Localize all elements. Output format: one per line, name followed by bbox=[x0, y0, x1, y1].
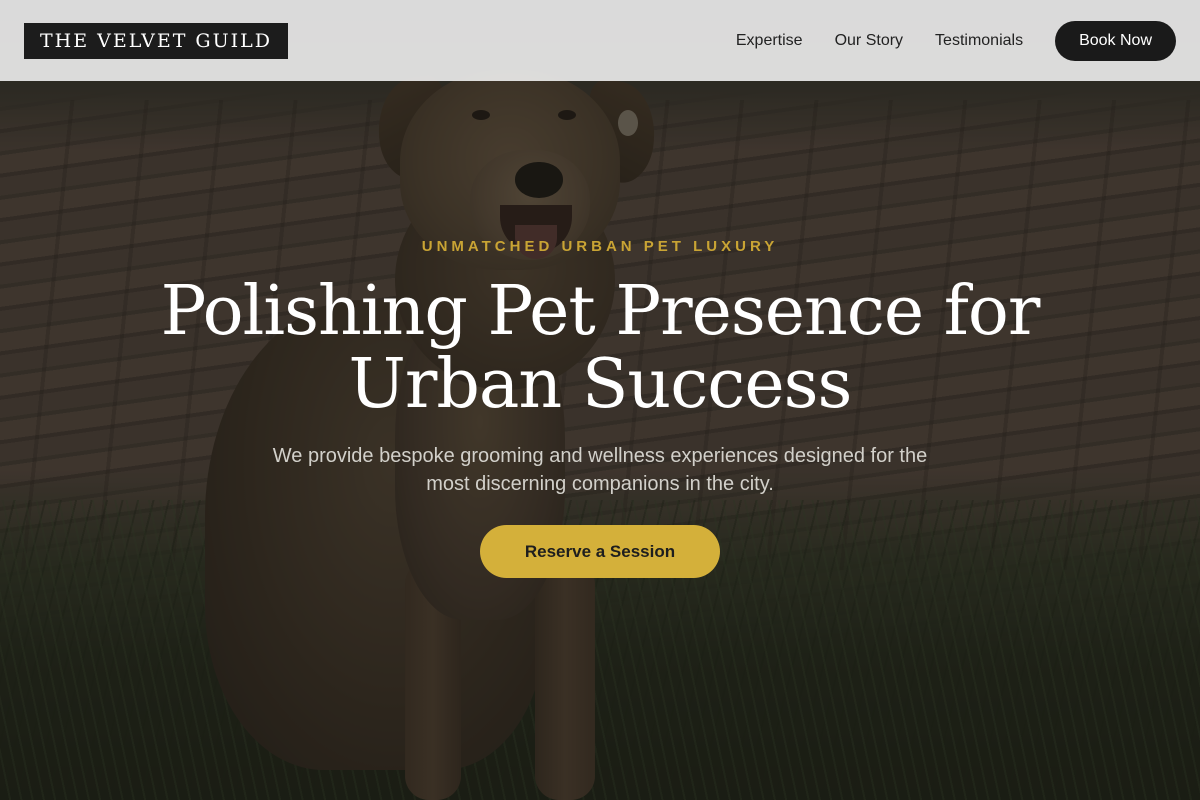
nav-link-our-story[interactable]: Our Story bbox=[835, 32, 903, 50]
hero-headline: Polishing Pet Presence for Urban Success bbox=[160, 272, 1041, 424]
hero-eyebrow: UNMATCHED URBAN PET LUXURY bbox=[421, 238, 779, 255]
hero-subtext: We provide bespoke grooming and wellness… bbox=[272, 445, 928, 495]
main-nav: Expertise Our Story Testimonials Book No… bbox=[736, 20, 1176, 61]
site-header: THE VELVET GUILD Expertise Our Story Tes… bbox=[0, 0, 1200, 81]
brand-logo[interactable]: THE VELVET GUILD bbox=[24, 22, 288, 59]
reserve-session-button[interactable]: Reserve a Session bbox=[480, 525, 720, 578]
nav-link-expertise[interactable]: Expertise bbox=[736, 32, 803, 50]
book-now-button[interactable]: Book Now bbox=[1055, 20, 1176, 61]
hero-content: UNMATCHED URBAN PET LUXURY Polishing Pet… bbox=[0, 0, 1200, 800]
hero-section: THE VELVET GUILD Expertise Our Story Tes… bbox=[0, 0, 1200, 800]
nav-link-testimonials[interactable]: Testimonials bbox=[935, 32, 1023, 50]
